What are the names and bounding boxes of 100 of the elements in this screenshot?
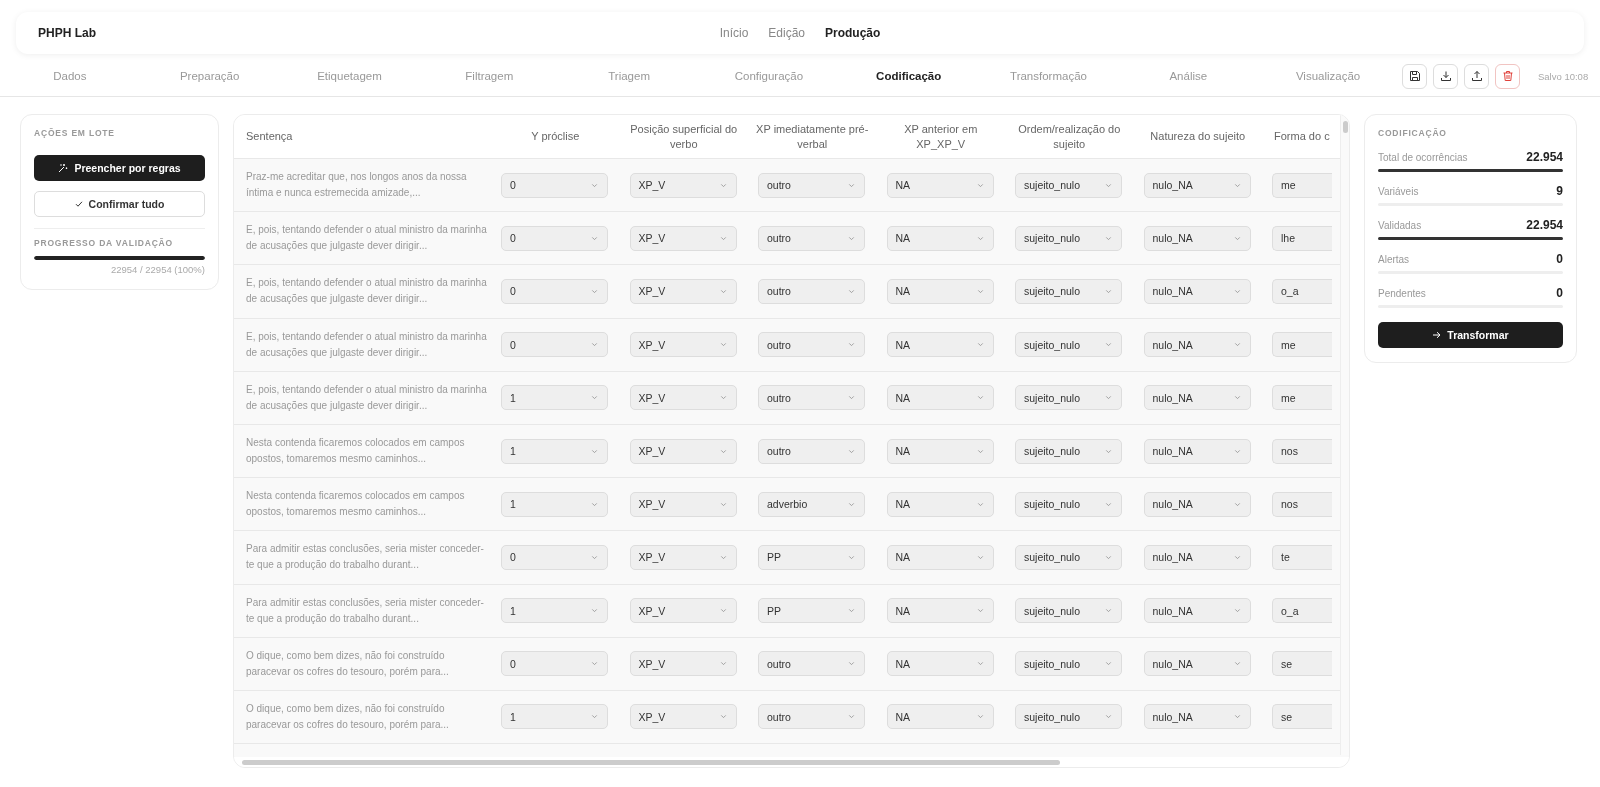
value-dropdown[interactable]: XP_V xyxy=(629,544,737,570)
value-dropdown[interactable]: XP_V xyxy=(629,598,737,624)
fill-by-rules-button[interactable]: Preencher por regras xyxy=(34,155,205,181)
value-dropdown[interactable]: sujeito_nulo xyxy=(1015,598,1122,624)
value-dropdown[interactable]: 0 xyxy=(501,278,608,304)
column-header: Y próclise xyxy=(531,129,580,144)
value-dropdown[interactable]: nulo_NA xyxy=(1143,544,1251,570)
value-dropdown[interactable]: 1 xyxy=(501,385,608,411)
delete-button[interactable] xyxy=(1495,63,1520,89)
value-dropdown[interactable]: nulo_NA xyxy=(1143,385,1251,411)
value-dropdown[interactable]: 0 xyxy=(501,651,608,677)
value-dropdown[interactable]: se xyxy=(1272,704,1332,730)
value-dropdown[interactable]: sujeito_nulo xyxy=(1015,172,1122,198)
value-dropdown[interactable]: PP xyxy=(758,598,865,624)
value-dropdown[interactable]: 0 xyxy=(501,332,608,358)
value-dropdown[interactable]: NA xyxy=(886,651,994,677)
sentence-cell-text: Praz-me acreditar que, nos longos anos da nossa íntima e nunca estremecida amizade,... xyxy=(245,170,468,201)
value-dropdown[interactable]: NA xyxy=(886,385,994,411)
sentence-cell-text: E, pois, tentando defender o atual ministro da marinha de acusações que julgaste dever dirigir... xyxy=(245,382,488,413)
value-dropdown[interactable]: me xyxy=(1272,332,1332,358)
value-dropdown[interactable]: nos xyxy=(1272,438,1332,464)
value-dropdown[interactable]: XP_V xyxy=(629,225,737,251)
value-dropdown[interactable]: nulo_NA xyxy=(1143,172,1251,198)
sentence-cell-text: Para admitir estas conclusões, seria mister conceder-te que a produção do trabalho durant... xyxy=(245,542,485,573)
column-header: Sentença xyxy=(245,129,293,144)
value-dropdown[interactable]: NA xyxy=(886,704,994,730)
nav-link[interactable]: Produção xyxy=(825,26,881,40)
value-dropdown[interactable]: nos xyxy=(1272,491,1332,517)
value-dropdown[interactable]: outro xyxy=(758,438,865,464)
value-dropdown[interactable]: XP_V xyxy=(629,385,737,411)
value-dropdown[interactable]: outro xyxy=(758,332,865,358)
vertical-scrollbar[interactable] xyxy=(1340,115,1349,755)
nav-link[interactable]: Edição xyxy=(768,26,805,40)
value-dropdown[interactable]: te xyxy=(1272,544,1332,570)
confirm-all-button[interactable]: Confirmar tudo xyxy=(34,191,205,217)
value-dropdown[interactable]: se xyxy=(1272,651,1332,677)
value-dropdown[interactable]: 0 xyxy=(501,172,608,198)
value-dropdown[interactable]: outro xyxy=(758,172,865,198)
value-dropdown[interactable]: nulo_NA xyxy=(1143,704,1251,730)
value-dropdown[interactable]: XP_V xyxy=(629,172,737,198)
value-dropdown[interactable]: NA xyxy=(886,491,994,517)
value-dropdown[interactable]: XP_V xyxy=(629,491,737,517)
value-dropdown[interactable]: me xyxy=(1272,385,1332,411)
value-dropdown[interactable]: nulo_NA xyxy=(1143,278,1251,304)
value-dropdown[interactable]: 1 xyxy=(501,438,608,464)
value-dropdown[interactable]: XP_V xyxy=(629,438,737,464)
value-dropdown[interactable]: 0 xyxy=(501,544,608,570)
value-dropdown[interactable]: 1 xyxy=(501,491,608,517)
value-dropdown[interactable]: XP_V xyxy=(629,332,737,358)
value-dropdown[interactable]: o_a xyxy=(1272,598,1332,624)
value-dropdown[interactable]: nulo_NA xyxy=(1143,332,1251,358)
value-dropdown[interactable]: XP_V xyxy=(629,278,737,304)
value-dropdown[interactable]: PP xyxy=(758,544,865,570)
value-dropdown[interactable]: sujeito_nulo xyxy=(1015,438,1122,464)
value-dropdown[interactable]: outro xyxy=(758,278,865,304)
value-dropdown[interactable]: sujeito_nulo xyxy=(1015,225,1122,251)
save-status: Salvo 10:08 xyxy=(1538,70,1589,82)
step-tab[interactable]: Codificação xyxy=(838,70,979,82)
value-dropdown[interactable]: NA xyxy=(886,278,994,304)
sentence-cell-text: Para admitir estas conclusões, seria mister conceder-te que a produção do trabalho durant... xyxy=(245,595,485,626)
value-dropdown[interactable]: adverbio xyxy=(758,491,865,517)
value-dropdown[interactable]: outro xyxy=(758,385,865,411)
value-dropdown[interactable]: XP_V xyxy=(629,704,737,730)
value-dropdown[interactable]: NA xyxy=(886,438,994,464)
value-dropdown[interactable]: nulo_NA xyxy=(1143,225,1251,251)
horizontal-scrollbar[interactable] xyxy=(234,757,1349,767)
column-header: Ordem/realização do sujeito xyxy=(1017,121,1122,152)
value-dropdown[interactable]: sujeito_nulo xyxy=(1015,491,1122,517)
value-dropdown[interactable]: outro xyxy=(758,704,865,730)
value-dropdown[interactable]: nulo_NA xyxy=(1143,491,1251,517)
value-dropdown[interactable]: NA xyxy=(886,544,994,570)
save-button[interactable] xyxy=(1402,63,1427,89)
value-dropdown[interactable]: NA xyxy=(886,332,994,358)
value-dropdown[interactable]: nulo_NA xyxy=(1143,598,1251,624)
value-dropdown[interactable]: sujeito_nulo xyxy=(1015,651,1122,677)
value-dropdown[interactable]: NA xyxy=(886,598,994,624)
value-dropdown[interactable]: o_a xyxy=(1272,278,1332,304)
value-dropdown[interactable]: lhe xyxy=(1272,225,1332,251)
value-dropdown[interactable]: XP_V xyxy=(629,651,737,677)
value-dropdown[interactable]: outro xyxy=(758,651,865,677)
upload-button[interactable] xyxy=(1464,63,1489,89)
value-dropdown[interactable]: 1 xyxy=(501,704,608,730)
value-dropdown[interactable]: 0 xyxy=(501,225,608,251)
value-dropdown[interactable]: NA xyxy=(886,172,994,198)
transform-button[interactable]: Transformar xyxy=(1378,322,1563,348)
value-dropdown[interactable]: sujeito_nulo xyxy=(1015,385,1122,411)
trash-icon xyxy=(1501,70,1514,82)
nav-link[interactable]: Início xyxy=(719,26,749,40)
value-dropdown[interactable]: nulo_NA xyxy=(1143,438,1251,464)
value-dropdown[interactable]: sujeito_nulo xyxy=(1015,704,1122,730)
value-dropdown[interactable]: sujeito_nulo xyxy=(1015,544,1122,570)
value-dropdown[interactable]: outro xyxy=(758,225,865,251)
panel-title: AÇÕES EM LOTE xyxy=(34,128,116,138)
value-dropdown[interactable]: sujeito_nulo xyxy=(1015,278,1122,304)
value-dropdown[interactable]: nulo_NA xyxy=(1143,651,1251,677)
value-dropdown[interactable]: me xyxy=(1272,172,1332,198)
value-dropdown[interactable]: 1 xyxy=(501,598,608,624)
value-dropdown[interactable]: sujeito_nulo xyxy=(1015,332,1122,358)
download-button[interactable] xyxy=(1433,63,1458,89)
value-dropdown[interactable]: NA xyxy=(886,225,994,251)
